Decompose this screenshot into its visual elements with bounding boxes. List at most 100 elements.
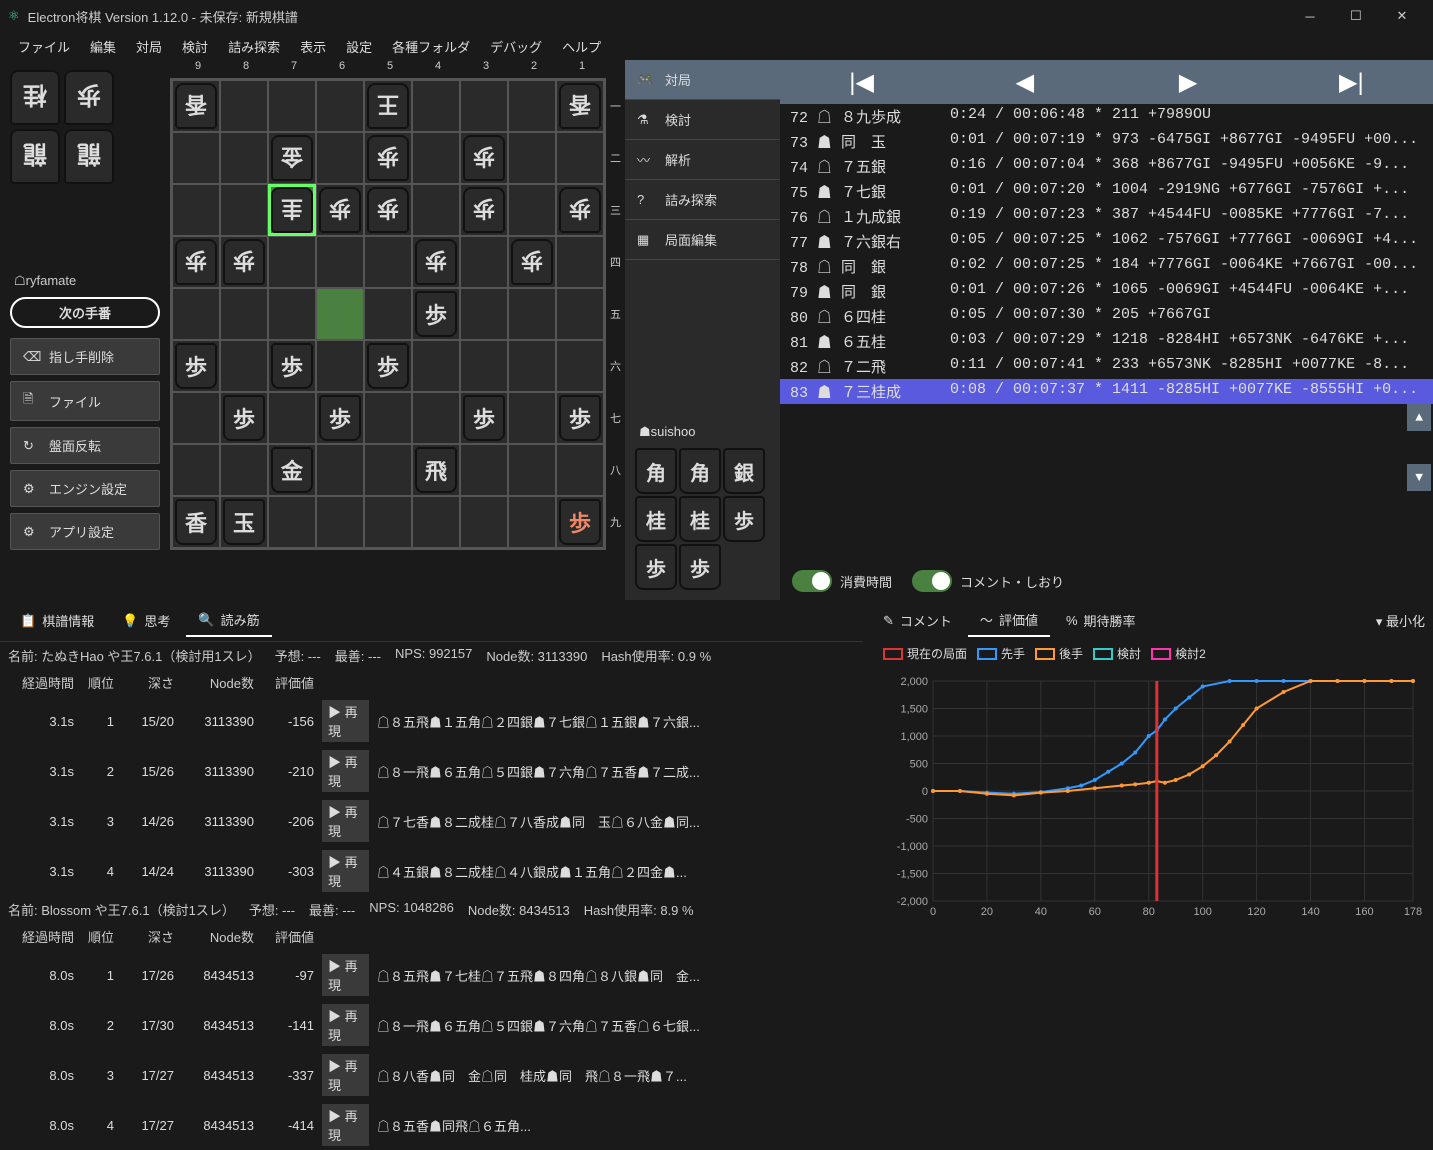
maximize-button[interactable]: ☐	[1333, 0, 1379, 32]
nav-next[interactable]: ▶	[1107, 60, 1270, 104]
board-square[interactable]: 歩	[460, 392, 508, 444]
board-square[interactable]: 歩	[364, 340, 412, 392]
board-square[interactable]: 飛	[412, 444, 460, 496]
board-square[interactable]	[412, 184, 460, 236]
board-square[interactable]: 香	[172, 496, 220, 548]
board-square[interactable]	[412, 496, 460, 548]
menu-6[interactable]: 設定	[336, 33, 382, 60]
board-square[interactable]: 歩	[172, 236, 220, 288]
board-square[interactable]	[364, 236, 412, 288]
analysis-tab[interactable]: 📋棋譜情報	[8, 605, 106, 636]
board-square[interactable]	[412, 340, 460, 392]
hand-piece[interactable]: 歩	[635, 544, 677, 590]
menu-9[interactable]: ヘルプ	[552, 33, 611, 60]
board-square[interactable]: 歩	[316, 184, 364, 236]
board-square[interactable]: 金	[268, 444, 316, 496]
board-square[interactable]: 王	[364, 80, 412, 132]
piece[interactable]: 歩	[319, 187, 361, 233]
pv-row[interactable]: 3.1s215/263113390-210▶ 再現☖８一飛☗６五角☖５四銀☗７六…	[0, 746, 863, 796]
move-list[interactable]: ▲ ▼ 72 ☖ ８九歩成0:24 / 00:06:48 * 211 +7989…	[780, 104, 1433, 562]
board-square[interactable]: 歩	[556, 184, 604, 236]
hand-piece[interactable]: 桂	[10, 70, 60, 125]
board-square[interactable]	[508, 80, 556, 132]
board-square[interactable]: 歩	[220, 236, 268, 288]
hand-piece[interactable]: 歩	[64, 70, 114, 125]
board-square[interactable]	[460, 288, 508, 340]
board-square[interactable]	[460, 236, 508, 288]
board-square[interactable]	[556, 340, 604, 392]
piece[interactable]: 歩	[463, 187, 505, 233]
hand-piece[interactable]: 角	[635, 448, 677, 494]
mode-tab[interactable]: 🎮対局	[625, 60, 780, 100]
board-square[interactable]	[220, 444, 268, 496]
chart-tab[interactable]: %期待勝率	[1054, 605, 1148, 636]
menu-8[interactable]: デバッグ	[480, 33, 552, 60]
move-row[interactable]: 75 ☗ ７七銀0:01 / 00:07:20 * 1004 -2919NG +…	[780, 179, 1433, 204]
menu-2[interactable]: 対局	[126, 33, 172, 60]
analysis-tab[interactable]: 🔍読み筋	[186, 604, 271, 637]
board-square[interactable]	[364, 444, 412, 496]
board-square[interactable]	[172, 288, 220, 340]
move-row[interactable]: 77 ☗ ７六銀右0:05 / 00:07:25 * 1062 -7576GI …	[780, 229, 1433, 254]
board-square[interactable]	[508, 340, 556, 392]
board-square[interactable]	[556, 288, 604, 340]
hand-piece[interactable]: 歩	[723, 496, 765, 542]
repro-button[interactable]: ▶ 再現	[322, 800, 369, 842]
left-button[interactable]: 🗎ファイル	[10, 381, 160, 421]
move-row[interactable]: 79 ☗ 同 銀0:01 / 00:07:26 * 1065 -0069GI +…	[780, 279, 1433, 304]
piece[interactable]: 歩	[415, 239, 457, 285]
mode-tab[interactable]: ▦局面編集	[625, 220, 780, 260]
left-button[interactable]: ⚙エンジン設定	[10, 470, 160, 507]
piece[interactable]: 歩	[559, 499, 601, 545]
board-square[interactable]: 歩	[412, 236, 460, 288]
pv-row[interactable]: 8.0s117/268434513-97▶ 再現☖８五飛☗７七桂☖７五飛☗８四角…	[0, 950, 863, 1000]
board-square[interactable]	[316, 80, 364, 132]
board-square[interactable]: 金	[268, 132, 316, 184]
nav-prev[interactable]: ◀	[943, 60, 1106, 104]
board-square[interactable]	[220, 340, 268, 392]
toggle-time[interactable]	[792, 570, 832, 592]
piece[interactable]: 香	[175, 499, 217, 545]
move-row[interactable]: 81 ☗ ６五桂0:03 / 00:07:29 * 1218 -8284HI +…	[780, 329, 1433, 354]
pv-row[interactable]: 8.0s217/308434513-141▶ 再現☖８一飛☗６五角☖５四銀☗７六…	[0, 1000, 863, 1050]
hand-piece[interactable]: 角	[679, 448, 721, 494]
board-square[interactable]	[460, 496, 508, 548]
board-square[interactable]	[268, 236, 316, 288]
board-square[interactable]	[268, 496, 316, 548]
nav-first[interactable]: |◀	[780, 60, 943, 104]
board-square[interactable]	[412, 392, 460, 444]
hand-piece[interactable]: 桂	[679, 496, 721, 542]
piece[interactable]: 歩	[175, 343, 217, 389]
hand-piece[interactable]: 龍	[10, 129, 60, 184]
hand-piece[interactable]: 龍	[64, 129, 114, 184]
pv-row[interactable]: 8.0s317/278434513-337▶ 再現☖８八香☗同 金☖同 桂成☗同…	[0, 1050, 863, 1100]
minimize-button[interactable]: ─	[1287, 0, 1333, 32]
board-square[interactable]	[364, 496, 412, 548]
board-square[interactable]: 歩	[556, 496, 604, 548]
board-square[interactable]	[556, 132, 604, 184]
board-square[interactable]: 歩	[460, 184, 508, 236]
board-square[interactable]	[220, 132, 268, 184]
menu-3[interactable]: 検討	[172, 33, 218, 60]
board-square[interactable]: 歩	[556, 392, 604, 444]
piece[interactable]: 金	[271, 135, 313, 181]
board-square[interactable]	[316, 288, 364, 340]
piece[interactable]: 歩	[559, 395, 601, 441]
board-square[interactable]	[316, 132, 364, 184]
piece[interactable]: 圭	[271, 187, 313, 233]
board-square[interactable]	[364, 392, 412, 444]
analysis-tab[interactable]: 💡思考	[110, 605, 182, 636]
board-square[interactable]	[268, 288, 316, 340]
piece[interactable]: 歩	[463, 135, 505, 181]
menu-0[interactable]: ファイル	[8, 33, 80, 60]
move-row[interactable]: 76 ☖ １九成銀0:19 / 00:07:23 * 387 +4544FU -…	[780, 204, 1433, 229]
board-square[interactable]: 歩	[460, 132, 508, 184]
hand-piece[interactable]: 銀	[723, 448, 765, 494]
board-square[interactable]: 歩	[268, 340, 316, 392]
board-square[interactable]: 歩	[220, 392, 268, 444]
piece[interactable]: 歩	[511, 239, 553, 285]
chart-tab[interactable]: ✎コメント	[871, 605, 964, 636]
board-square[interactable]: 歩	[508, 236, 556, 288]
piece[interactable]: 飛	[415, 447, 457, 493]
toggle-comment[interactable]	[912, 570, 952, 592]
